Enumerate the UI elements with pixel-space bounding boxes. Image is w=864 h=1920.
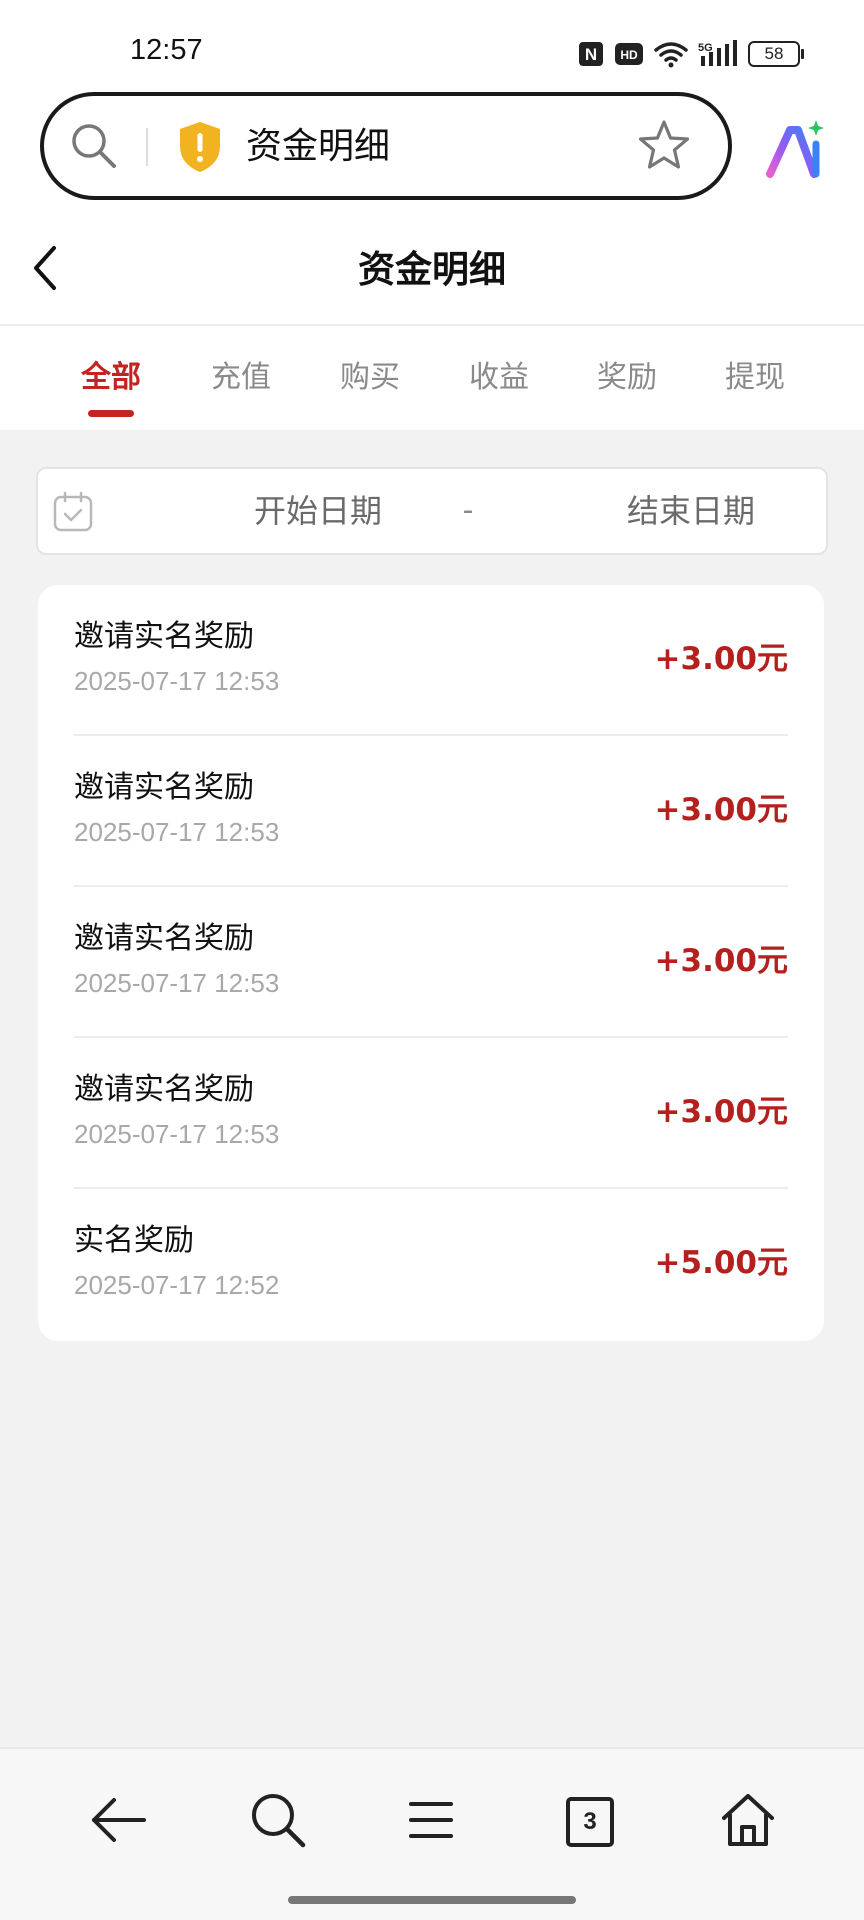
back-nav-icon[interactable]	[86, 1787, 152, 1853]
tabs-switcher-icon[interactable]: 3	[556, 1787, 622, 1853]
tab-earnings[interactable]: 收益	[435, 356, 563, 400]
transaction-amount: +3.00元	[654, 1094, 788, 1130]
tab-rewards[interactable]: 奖励	[563, 356, 691, 400]
menu-icon[interactable]	[398, 1787, 464, 1853]
browser-bottom-nav: 3	[0, 1747, 864, 1920]
transaction-title: 邀请实名奖励	[74, 619, 254, 654]
transaction-amount: +3.00元	[654, 641, 788, 677]
transaction-title: 邀请实名奖励	[74, 921, 254, 956]
transaction-time: 2025-07-17 12:53	[74, 968, 280, 998]
tab-withdraw[interactable]: 提现	[691, 356, 819, 400]
address-divider	[146, 128, 148, 166]
search-nav-icon[interactable]	[245, 1787, 311, 1853]
date-range-filter[interactable]: 开始日期 - 结束日期	[36, 467, 828, 555]
transaction-time: 2025-07-17 12:53	[74, 666, 280, 696]
status-time: 12:57	[130, 34, 203, 66]
address-text[interactable]: 资金明细	[246, 122, 390, 172]
transaction-title: 实名奖励	[74, 1223, 194, 1258]
page-title: 资金明细	[358, 248, 506, 291]
status-icons: N HD 5G 58	[578, 36, 804, 72]
transaction-row[interactable]: 邀请实名奖励 2025-07-17 12:53 +3.00元	[74, 736, 788, 887]
transaction-title: 邀请实名奖励	[74, 1072, 254, 1107]
start-date-field[interactable]: 开始日期	[216, 487, 420, 535]
search-icon[interactable]	[68, 120, 120, 172]
transaction-row[interactable]: 邀请实名奖励 2025-07-17 12:53 +3.00元	[74, 585, 788, 736]
tab-all[interactable]: 全部	[47, 356, 175, 400]
transaction-row[interactable]: 邀请实名奖励 2025-07-17 12:53 +3.00元	[74, 1038, 788, 1189]
filter-tabs: 全部 充值 购买 收益 奖励 提现	[0, 326, 864, 430]
bookmark-star-icon[interactable]	[636, 118, 692, 174]
tab-count: 3	[566, 1797, 614, 1847]
wifi-icon	[654, 40, 688, 68]
status-bar: 12:57 N HD 5G 58	[0, 0, 864, 100]
transaction-row[interactable]: 实名奖励 2025-07-17 12:52 +5.00元	[74, 1189, 788, 1340]
home-icon[interactable]	[715, 1787, 781, 1853]
transaction-amount: +3.00元	[654, 943, 788, 979]
address-bar[interactable]: 资金明细	[40, 92, 732, 200]
svg-text:HD: HD	[620, 48, 638, 62]
end-date-field[interactable]: 结束日期	[589, 487, 793, 535]
calendar-icon[interactable]	[52, 491, 94, 533]
active-tab-indicator	[88, 410, 134, 417]
transaction-title: 邀请实名奖励	[74, 770, 254, 805]
transaction-time: 2025-07-17 12:53	[74, 817, 280, 847]
battery-icon: 58	[748, 41, 804, 67]
home-indicator[interactable]	[288, 1896, 576, 1904]
ai-assistant-icon[interactable]	[764, 118, 828, 182]
transaction-amount: +3.00元	[654, 792, 788, 828]
svg-text:N: N	[585, 45, 597, 64]
cellular-signal-icon: 5G	[698, 40, 738, 68]
tab-purchase[interactable]: 购买	[306, 356, 434, 400]
hd-icon: HD	[614, 42, 644, 66]
warning-shield-icon[interactable]	[176, 120, 224, 174]
transaction-time: 2025-07-17 12:52	[74, 1270, 280, 1300]
transaction-row[interactable]: 邀请实名奖励 2025-07-17 12:53 +3.00元	[74, 887, 788, 1038]
nfc-icon: N	[578, 41, 604, 67]
tab-recharge[interactable]: 充值	[177, 356, 305, 400]
transaction-list: 邀请实名奖励 2025-07-17 12:53 +3.00元 邀请实名奖励 20…	[38, 585, 824, 1341]
date-separator: -	[462, 493, 474, 528]
transaction-amount: +5.00元	[654, 1245, 788, 1281]
page-header: 资金明细	[0, 210, 864, 326]
transaction-time: 2025-07-17 12:53	[74, 1119, 280, 1149]
